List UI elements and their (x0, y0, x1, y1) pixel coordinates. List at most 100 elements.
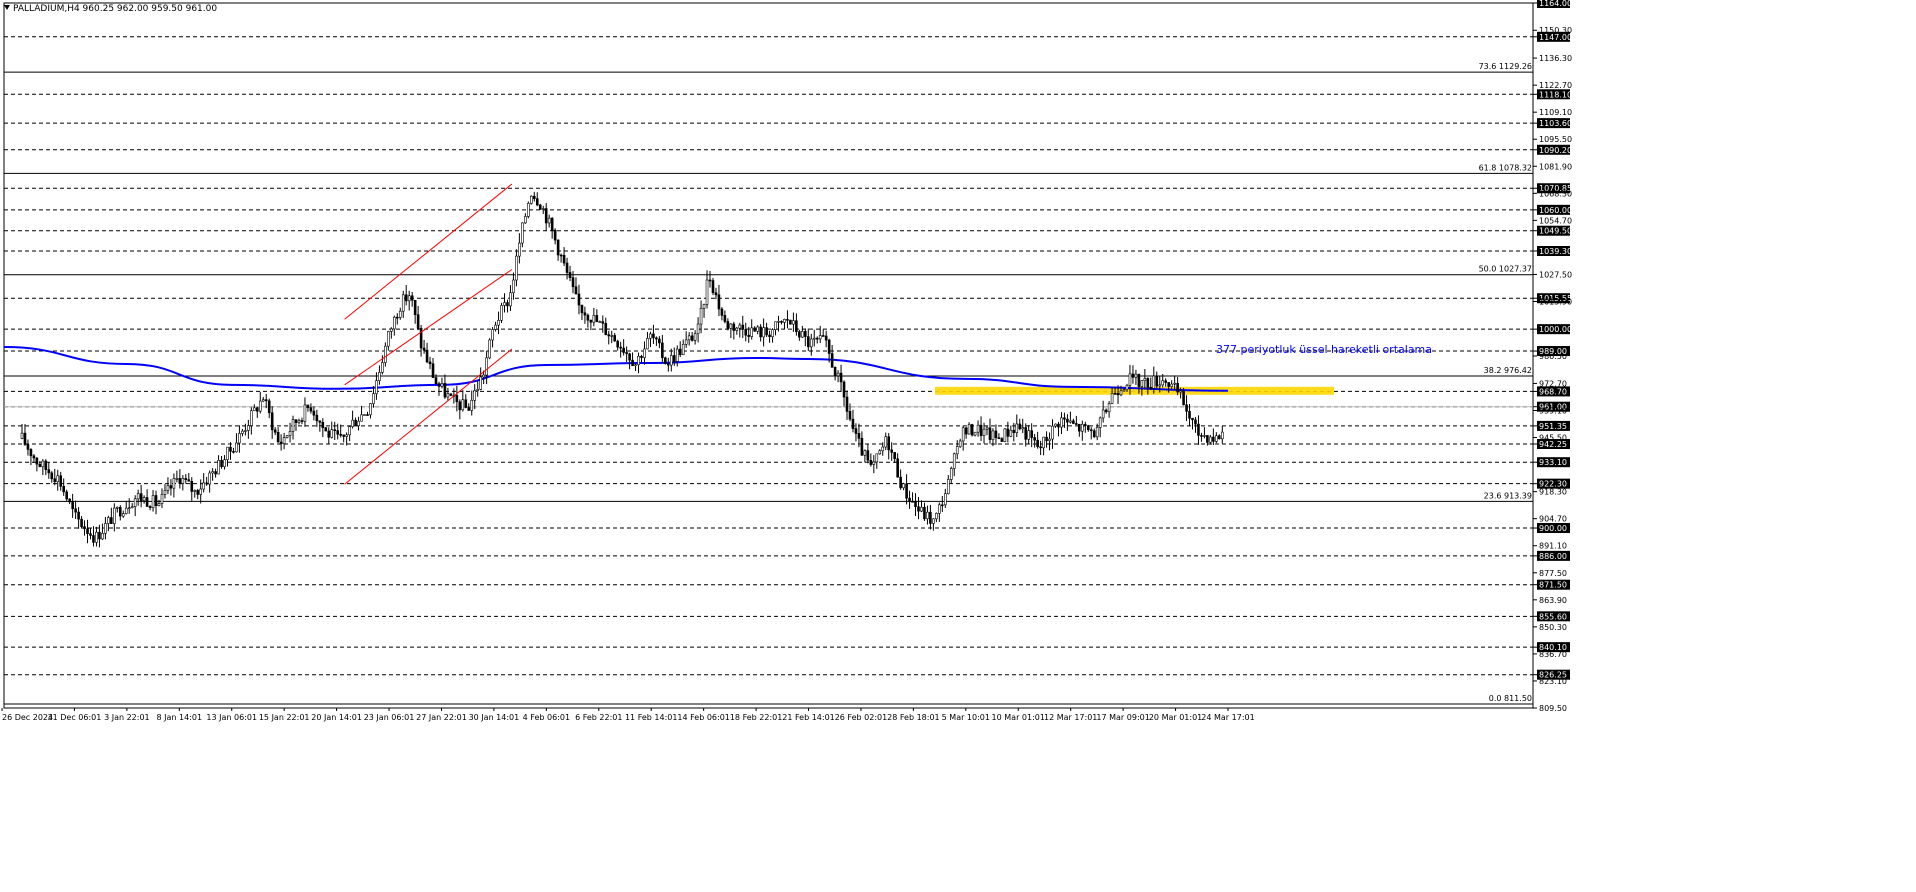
fib-label: 23.6 913.39 (1484, 491, 1532, 500)
candle-body (178, 478, 182, 484)
candle-body (1155, 375, 1159, 387)
candle-body (664, 357, 667, 364)
y-tick-label: 1039.30 (1539, 247, 1572, 256)
candle-body (458, 401, 462, 411)
x-tick-label: 11 Feb 14:01 (625, 713, 677, 722)
candle-body (113, 507, 116, 524)
candle-body (407, 295, 411, 302)
candle-body (315, 414, 319, 422)
candle-body (702, 304, 706, 309)
candle-body (235, 442, 238, 453)
x-tick-label: 23 Jan 06:01 (364, 713, 415, 722)
x-tick-label: 31 Dec 06:01 (48, 713, 102, 722)
candle-body (553, 229, 557, 241)
candle-body (571, 277, 575, 288)
candle-body (142, 497, 146, 501)
candle-body (86, 528, 89, 534)
y-tick-label: 1147.00 (1539, 33, 1572, 42)
channel-line (344, 348, 513, 485)
candle-body (1125, 384, 1129, 390)
candle-body (833, 367, 837, 377)
candle-body (768, 334, 771, 338)
candle-body (258, 400, 262, 412)
candle-body (640, 355, 643, 358)
candle-body (777, 320, 780, 323)
candle-body (538, 204, 542, 210)
candle-body (500, 305, 503, 321)
candle-body (932, 518, 935, 524)
candle-body (154, 495, 158, 506)
candle-body (821, 335, 825, 337)
candle-body (756, 326, 759, 332)
ema-annotation: 377 periyotluk üssel hareketli ortalama (1216, 343, 1432, 356)
candle-body (979, 424, 983, 436)
candle-body (1021, 427, 1025, 430)
x-tick-label: 5 Mar 10:01 (942, 713, 990, 722)
candle-body (1101, 409, 1105, 419)
candle-body (398, 310, 402, 318)
x-tick-label: 6 Feb 22:01 (575, 713, 622, 722)
candle-body (68, 498, 71, 503)
candle-body (255, 407, 259, 412)
chart-canvas: 73.6 1129.26 61.8 1078.32 50.0 1027.37 38.2… (1, 0, 1572, 722)
candle-body (467, 407, 471, 411)
candle-body (1215, 435, 1218, 442)
candle-body (116, 507, 119, 509)
candle-body (1182, 390, 1185, 406)
candle-body (675, 348, 679, 362)
candle-body (1137, 373, 1141, 387)
candle-body (479, 376, 482, 390)
candle-body (652, 333, 655, 339)
candle-body (172, 478, 176, 489)
candle-body (541, 208, 545, 210)
candle-body (449, 393, 453, 396)
candle-body (381, 362, 384, 373)
candle-body (926, 511, 929, 520)
candle-body (824, 335, 828, 341)
candle-body (413, 299, 417, 315)
candle-body (601, 321, 605, 324)
candle-body (1209, 436, 1212, 443)
candle-body (363, 414, 366, 416)
candle-body (1110, 393, 1114, 404)
candle-body (261, 399, 265, 402)
candle-body (41, 460, 45, 468)
candle-body (291, 419, 295, 432)
candle-body (762, 327, 765, 338)
candle-body (1170, 383, 1173, 387)
price-chart[interactable]: 73.6 1129.26 61.8 1078.32 50.0 1027.37 38.2… (0, 0, 1916, 888)
candle-body (47, 469, 51, 474)
candle-body (1161, 380, 1165, 386)
candle-body (938, 504, 941, 514)
candle-body (905, 483, 908, 499)
y-tick-label: 863.90 (1539, 596, 1567, 605)
candle-body (53, 478, 57, 483)
y-tick-label: 942.25 (1539, 440, 1567, 449)
candle-body (270, 412, 274, 431)
candle-body (1054, 423, 1057, 427)
candle-body (187, 479, 191, 482)
candle-body (732, 323, 736, 331)
candle-body (857, 433, 861, 439)
candle-body (166, 485, 170, 491)
candle-body (717, 294, 721, 310)
candle-body (747, 334, 751, 337)
candle-body (866, 450, 870, 461)
candle-body (696, 323, 700, 335)
candle-body (1191, 417, 1194, 421)
candle-body (1048, 438, 1051, 442)
candle-body (1167, 382, 1170, 387)
candle-body (827, 339, 831, 354)
candle-body (586, 314, 590, 321)
candle-body (622, 347, 625, 353)
candle-body (1218, 435, 1221, 440)
x-tick-label: 8 Jan 14:01 (157, 713, 203, 722)
candle-body (735, 327, 739, 331)
y-tick-label: 968.70 (1539, 387, 1567, 396)
candle-body (690, 335, 694, 341)
candle-body (1066, 418, 1069, 423)
candle-body (127, 507, 131, 510)
collapse-triangle-icon[interactable] (4, 5, 10, 10)
candle-body (95, 531, 98, 543)
candle-body (634, 364, 637, 367)
